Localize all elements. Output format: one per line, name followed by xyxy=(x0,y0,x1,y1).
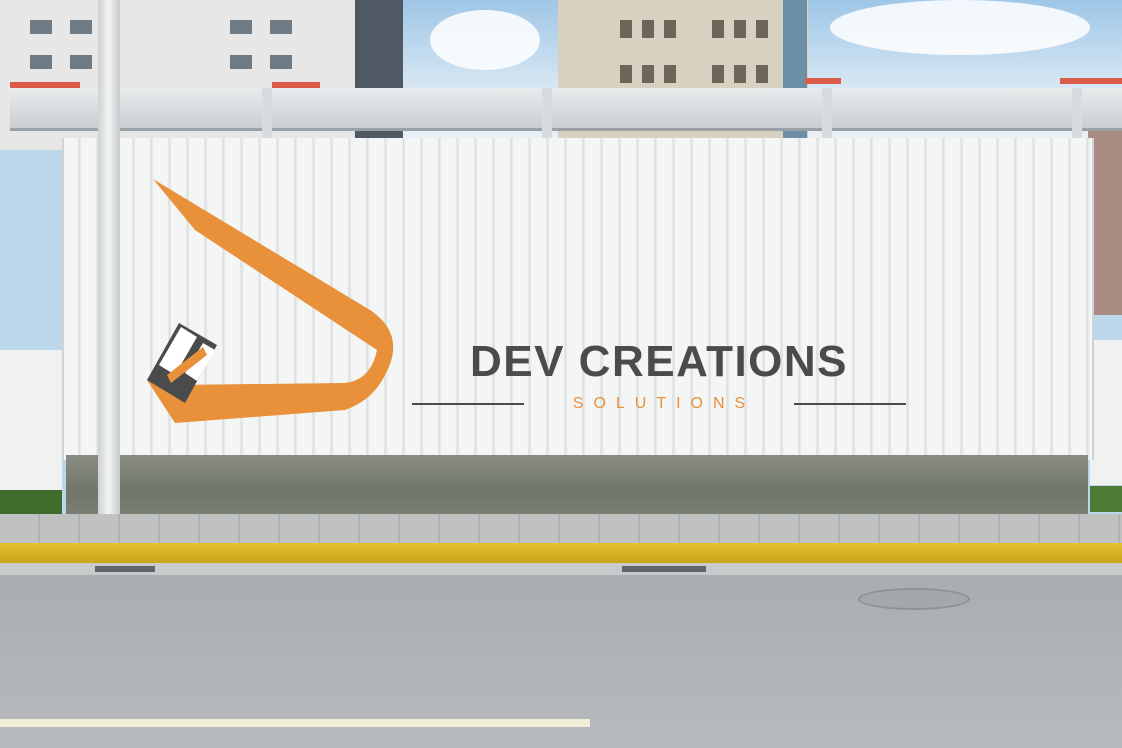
cloud xyxy=(430,10,540,70)
concrete-base-wall xyxy=(66,455,1088,519)
brand-name: DEV CREATIONS xyxy=(469,337,849,386)
tagline-rule-left xyxy=(412,403,524,405)
logo-mark-icon xyxy=(147,179,394,423)
manhole-cover xyxy=(858,588,970,610)
sidewalk xyxy=(0,514,1122,546)
cloud xyxy=(830,0,1090,55)
yellow-curb xyxy=(0,543,1122,563)
grass-patch xyxy=(1090,486,1122,512)
grass-patch xyxy=(0,490,62,516)
tagline-rule-right xyxy=(794,403,906,405)
fence-panel-right xyxy=(1090,340,1122,485)
brand-tagline: SOLUTIONS xyxy=(572,395,756,412)
brand-wordmark: DEV CREATIONS SOLUTIONS xyxy=(412,336,906,416)
road-lane-marking xyxy=(0,719,590,727)
gutter xyxy=(0,563,1122,575)
tagline-row: SOLUTIONS xyxy=(412,394,906,414)
light-pole xyxy=(98,0,120,528)
fence-panel-left xyxy=(0,350,62,490)
canopy xyxy=(10,78,1122,140)
